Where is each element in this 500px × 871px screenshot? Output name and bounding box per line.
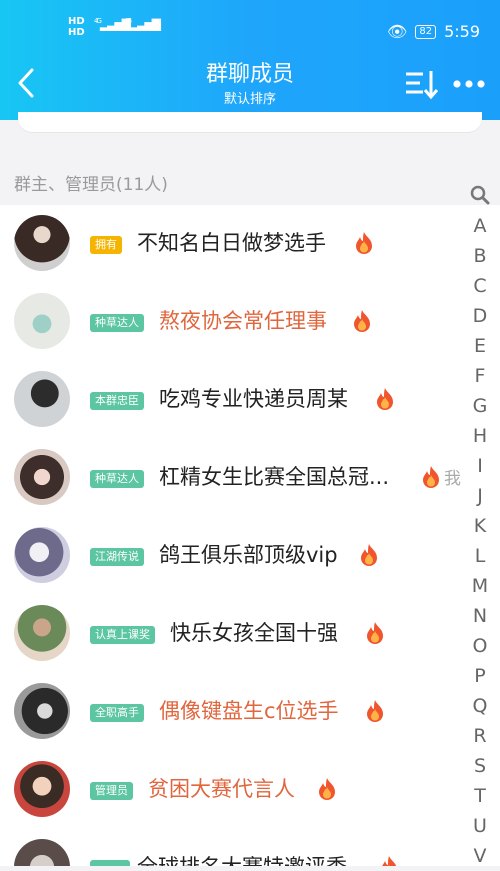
page-title: 群聊成员 <box>205 62 294 87</box>
status-bar: HD HD 4G▂▃▅▇ 4G▂▃▅▇ 👁 82 5:59 <box>0 0 500 58</box>
member-name: 快乐女孩全国十强 <box>170 621 338 645</box>
battery-indicator: 82 <box>415 24 437 39</box>
index-letter[interactable]: V <box>466 841 494 871</box>
section-header: 群主、管理员(11人) <box>14 175 168 195</box>
index-letter[interactable]: C <box>466 271 494 301</box>
index-letter[interactable]: L <box>466 541 494 571</box>
index-letter[interactable]: E <box>466 331 494 361</box>
member-name: 鸽王俱乐部顶级vip <box>159 543 338 567</box>
member-list: 拥有 不知名白日做梦选手 种草达人 熬夜协会常任理事 本群忠臣 吃鸡专业快递员周… <box>0 205 500 866</box>
status-badge: 种草达人 <box>90 314 144 332</box>
hd-label: HD <box>68 27 85 38</box>
flame-icon <box>374 387 396 411</box>
me-label: 我 <box>444 469 461 489</box>
status-badge <box>90 860 130 866</box>
index-letter[interactable]: M <box>466 571 494 601</box>
index-letter[interactable]: Q <box>466 691 494 721</box>
index-letter[interactable]: D <box>466 301 494 331</box>
member-name: 偶像键盘生c位选手 <box>159 699 339 723</box>
member-name: 吃鸡专业快递员周某 <box>159 387 348 411</box>
list-item[interactable]: 拥有 不知名白日做梦选手 <box>0 205 465 283</box>
avatar <box>14 839 70 866</box>
avatar <box>14 449 70 505</box>
index-letter[interactable]: I <box>466 451 494 481</box>
avatar <box>14 293 70 349</box>
index-letter[interactable]: J <box>466 481 494 511</box>
eye-icon: 👁 <box>387 22 408 41</box>
index-letter[interactable]: H <box>466 421 494 451</box>
sort-icon[interactable] <box>403 68 439 100</box>
index-letter[interactable]: G <box>466 391 494 421</box>
index-letter[interactable]: A <box>466 211 494 241</box>
list-item[interactable]: 管理员 贫困大赛代言人 <box>0 751 465 829</box>
index-letter[interactable]: U <box>466 811 494 841</box>
status-badge: 江湖传说 <box>90 548 144 566</box>
status-badge: 拥有 <box>90 236 122 254</box>
avatar <box>14 683 70 739</box>
avatar <box>14 215 70 271</box>
list-item[interactable]: 全职高手 偶像键盘生c位选手 <box>0 673 465 751</box>
index-letter[interactable]: O <box>466 631 494 661</box>
status-badge: 种草达人 <box>90 470 144 488</box>
flame-icon <box>358 543 380 567</box>
list-item[interactable]: 认真上课奖 快乐女孩全国十强 <box>0 595 465 673</box>
index-letter[interactable]: S <box>466 751 494 781</box>
member-name: 熬夜协会常任理事 <box>159 309 327 333</box>
header-bar: HD HD 4G▂▃▅▇ 4G▂▃▅▇ 👁 82 5:59 群聊成员 默认排序 <box>0 0 500 120</box>
flame-icon <box>420 465 442 489</box>
member-name: 不知名白日做梦选手 <box>137 231 326 255</box>
list-item[interactable]: 本群忠臣 吃鸡专业快递员周某 <box>0 361 465 439</box>
flame-icon <box>364 621 386 645</box>
status-badge: 管理员 <box>90 782 133 800</box>
flame-icon <box>378 855 400 866</box>
back-arrow-icon[interactable] <box>12 66 42 100</box>
index-letter[interactable]: T <box>466 781 494 811</box>
member-name: 贫困大赛代言人 <box>148 777 295 801</box>
hd-indicator: HD HD <box>68 16 85 38</box>
list-item[interactable]: 种草达人 杠精女生比赛全国总冠... 我 <box>0 439 465 517</box>
avatar <box>14 527 70 583</box>
avatar <box>14 605 70 661</box>
index-letter[interactable]: N <box>466 601 494 631</box>
search-icon[interactable] <box>466 185 494 211</box>
index-letter[interactable]: R <box>466 721 494 751</box>
member-name: 杠精女生比赛全国总冠... <box>159 465 390 489</box>
alphabet-index[interactable]: A B C D E F G H I J K L M N O P Q R S T … <box>466 185 494 871</box>
list-item[interactable]: 种草达人 熬夜协会常任理事 <box>0 283 465 361</box>
list-item[interactable]: 江湖传说 鸽王俱乐部顶级vip <box>0 517 465 595</box>
status-badge: 认真上课奖 <box>90 626 155 644</box>
hd-label: HD <box>68 16 85 27</box>
list-item[interactable]: 全球排名大赛特邀评委 <box>0 829 465 866</box>
signal-icon: 4G▂▃▅▇ <box>124 17 161 31</box>
avatar <box>14 761 70 817</box>
clock: 5:59 <box>444 22 480 41</box>
status-right: 👁 82 5:59 <box>387 22 480 41</box>
index-letter[interactable]: F <box>466 361 494 391</box>
flame-icon <box>353 231 375 255</box>
index-letter[interactable]: P <box>466 661 494 691</box>
index-letter[interactable]: B <box>466 241 494 271</box>
status-badge: 本群忠臣 <box>90 392 144 410</box>
status-badge: 全职高手 <box>90 704 144 722</box>
sort-mode-label[interactable]: 默认排序 <box>150 91 350 109</box>
flame-icon <box>364 699 386 723</box>
more-icon[interactable] <box>452 73 486 95</box>
flame-icon <box>351 309 373 333</box>
flame-icon <box>316 777 338 801</box>
avatar <box>14 371 70 427</box>
search-box[interactable] <box>18 112 482 132</box>
index-letter[interactable]: K <box>466 511 494 541</box>
member-name: 全球排名大赛特邀评委 <box>137 851 347 866</box>
